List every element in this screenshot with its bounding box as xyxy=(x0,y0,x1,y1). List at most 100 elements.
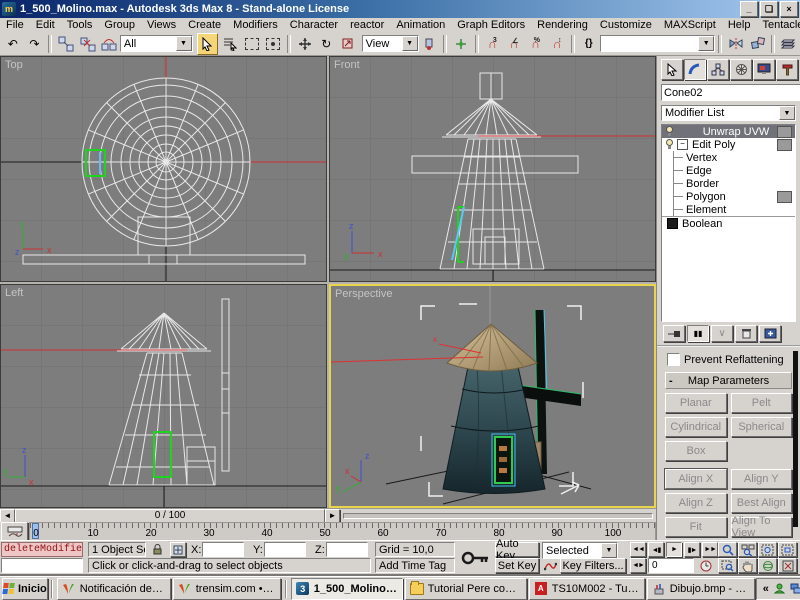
percent-snap-button[interactable]: ∩% xyxy=(526,34,546,54)
key-mode-toggle-button[interactable]: ◄► xyxy=(630,558,646,573)
tab-hierarchy[interactable] xyxy=(707,59,729,80)
viewport-left-label[interactable]: Left xyxy=(5,287,23,299)
arc-rotate-button[interactable] xyxy=(758,558,777,573)
menu-create[interactable]: Create xyxy=(182,19,227,31)
task-notification[interactable]: Notificación de resp... xyxy=(57,578,171,600)
align-to-view-button[interactable]: Align To View xyxy=(731,517,793,537)
tab-display[interactable] xyxy=(753,59,775,80)
messenger-status-icon[interactable] xyxy=(774,583,785,594)
tab-create[interactable] xyxy=(661,59,683,80)
menu-customize[interactable]: Customize xyxy=(594,19,658,31)
select-and-link-button[interactable] xyxy=(56,34,76,54)
reference-coordinate-dropdown[interactable]: View ▼ xyxy=(362,35,419,52)
align-z-button[interactable]: Align Z xyxy=(665,493,727,513)
layer-manager-button[interactable] xyxy=(779,34,799,54)
time-configuration-button[interactable] xyxy=(698,558,714,573)
stack-item-edit-poly[interactable]: − Edit Poly xyxy=(662,138,795,151)
align-x-button[interactable]: Align X xyxy=(665,469,727,489)
pin-stack-button[interactable] xyxy=(663,325,685,342)
spherical-button[interactable]: Spherical xyxy=(731,417,793,437)
stack-subitem-border[interactable]: Border xyxy=(662,177,795,190)
time-slider-left-arrow[interactable]: ◄ xyxy=(0,509,15,523)
stack-item-boolean[interactable]: Boolean xyxy=(662,216,795,230)
menu-modifiers[interactable]: Modifiers xyxy=(227,19,284,31)
named-selection-dropdown[interactable]: ▼ xyxy=(600,35,716,52)
maxscript-listener-output[interactable]: deleteModifie xyxy=(1,542,83,557)
modifier-state-box[interactable] xyxy=(777,191,792,203)
pan-view-button[interactable] xyxy=(738,558,757,573)
menu-animation[interactable]: Animation xyxy=(390,19,451,31)
select-and-rotate-button[interactable]: ↻ xyxy=(316,34,336,54)
z-coordinate-field[interactable] xyxy=(326,542,368,557)
object-name-field[interactable] xyxy=(661,84,800,101)
menu-group[interactable]: Group xyxy=(98,19,141,31)
menu-edit[interactable]: Edit xyxy=(30,19,61,31)
tab-modify[interactable] xyxy=(684,59,706,80)
stack-subitem-vertex[interactable]: Vertex xyxy=(662,151,795,164)
selection-filter-dropdown[interactable]: All ▼ xyxy=(120,35,193,52)
remove-modifier-button[interactable] xyxy=(735,325,757,342)
task-paint[interactable]: Dibujo.bmp - Paint xyxy=(647,578,755,600)
viewport-perspective-label[interactable]: Perspective xyxy=(335,288,392,300)
go-to-start-button[interactable]: ◄◄ xyxy=(630,542,646,557)
current-frame-field[interactable] xyxy=(648,558,694,573)
panel-scrollbar[interactable] xyxy=(793,351,798,527)
map-parameters-rollout[interactable]: - Map Parameters xyxy=(665,372,792,389)
menu-file[interactable]: File xyxy=(0,19,30,31)
align-button[interactable] xyxy=(748,34,768,54)
zoom-button[interactable] xyxy=(718,542,737,557)
redo-button[interactable]: ↷ xyxy=(25,34,45,54)
undo-button[interactable]: ↶ xyxy=(3,34,23,54)
bulb-icon[interactable] xyxy=(665,139,674,150)
zoom-region-button[interactable] xyxy=(718,558,737,573)
viewport-left[interactable]: Left z y x xyxy=(0,284,327,508)
show-end-result-button[interactable]: ▮▮ xyxy=(687,325,709,342)
time-slider-right-arrow[interactable]: ► xyxy=(325,509,340,523)
play-button[interactable]: ► xyxy=(666,542,682,557)
select-and-scale-button[interactable] xyxy=(338,34,358,54)
menu-views[interactable]: Views xyxy=(141,19,182,31)
rectangular-selection-region-button[interactable] xyxy=(242,34,262,54)
pelt-button[interactable]: Pelt xyxy=(731,393,793,413)
menu-rendering[interactable]: Rendering xyxy=(531,19,594,31)
snap-toggle-button[interactable]: ∩3 xyxy=(483,34,503,54)
spinner-snap-button[interactable]: ∩↕ xyxy=(547,34,567,54)
make-unique-button[interactable]: ∨ xyxy=(711,325,733,342)
unlink-selection-button[interactable] xyxy=(78,34,98,54)
angle-snap-button[interactable]: ∩∠ xyxy=(504,34,524,54)
mirror-button[interactable] xyxy=(726,34,746,54)
key-filter-curve-button[interactable] xyxy=(542,558,558,573)
start-button[interactable]: Inicio xyxy=(2,578,48,600)
zoom-extents-button[interactable] xyxy=(758,542,777,557)
window-crossing-toggle-button[interactable] xyxy=(263,34,283,54)
menu-character[interactable]: Character xyxy=(284,19,344,31)
maxscript-listener-input[interactable] xyxy=(1,558,83,573)
tab-utilities[interactable] xyxy=(776,59,798,80)
add-time-tag[interactable]: Add Time Tag xyxy=(375,558,455,573)
select-and-move-button[interactable] xyxy=(295,34,315,54)
named-selection-sets-button[interactable]: {} xyxy=(579,34,599,54)
task-trensim[interactable]: trensim.com • Ver T... xyxy=(173,578,281,600)
align-y-button[interactable]: Align Y xyxy=(731,469,793,489)
viewport-perspective[interactable]: Perspective xyxy=(329,284,656,508)
viewport-top[interactable]: Top y x z xyxy=(0,56,327,282)
stack-item-unwrap-uvw[interactable]: Unwrap UVW xyxy=(662,125,795,138)
tray-chevron[interactable]: « xyxy=(763,583,769,595)
select-object-button[interactable] xyxy=(197,33,219,55)
previous-frame-button[interactable]: ◄▮ xyxy=(648,542,664,557)
bulb-icon[interactable] xyxy=(665,126,674,137)
key-filters-button[interactable]: Key Filters... xyxy=(560,558,626,573)
task-3dsmax[interactable]: 3 1_500_Molino.ma... xyxy=(291,578,403,600)
task-pdf-tutorial[interactable]: A TS10M002 - Tutorial ... xyxy=(529,578,645,600)
planar-button[interactable]: Planar xyxy=(665,393,727,413)
menu-help[interactable]: Help xyxy=(722,19,757,31)
selection-lock-toggle[interactable] xyxy=(150,542,165,557)
viewport-top-label[interactable]: Top xyxy=(5,59,23,71)
time-slider-handle[interactable]: 0 / 100 xyxy=(15,509,325,523)
close-button[interactable]: × xyxy=(780,1,798,17)
next-frame-button[interactable]: ▮► xyxy=(684,542,700,557)
menu-maxscript[interactable]: MAXScript xyxy=(658,19,722,31)
bind-to-space-warp-button[interactable] xyxy=(99,34,119,54)
configure-modifier-sets-button[interactable] xyxy=(759,325,781,342)
task-tutorial-folder[interactable]: Tutorial Pere comas 3d xyxy=(405,578,527,600)
